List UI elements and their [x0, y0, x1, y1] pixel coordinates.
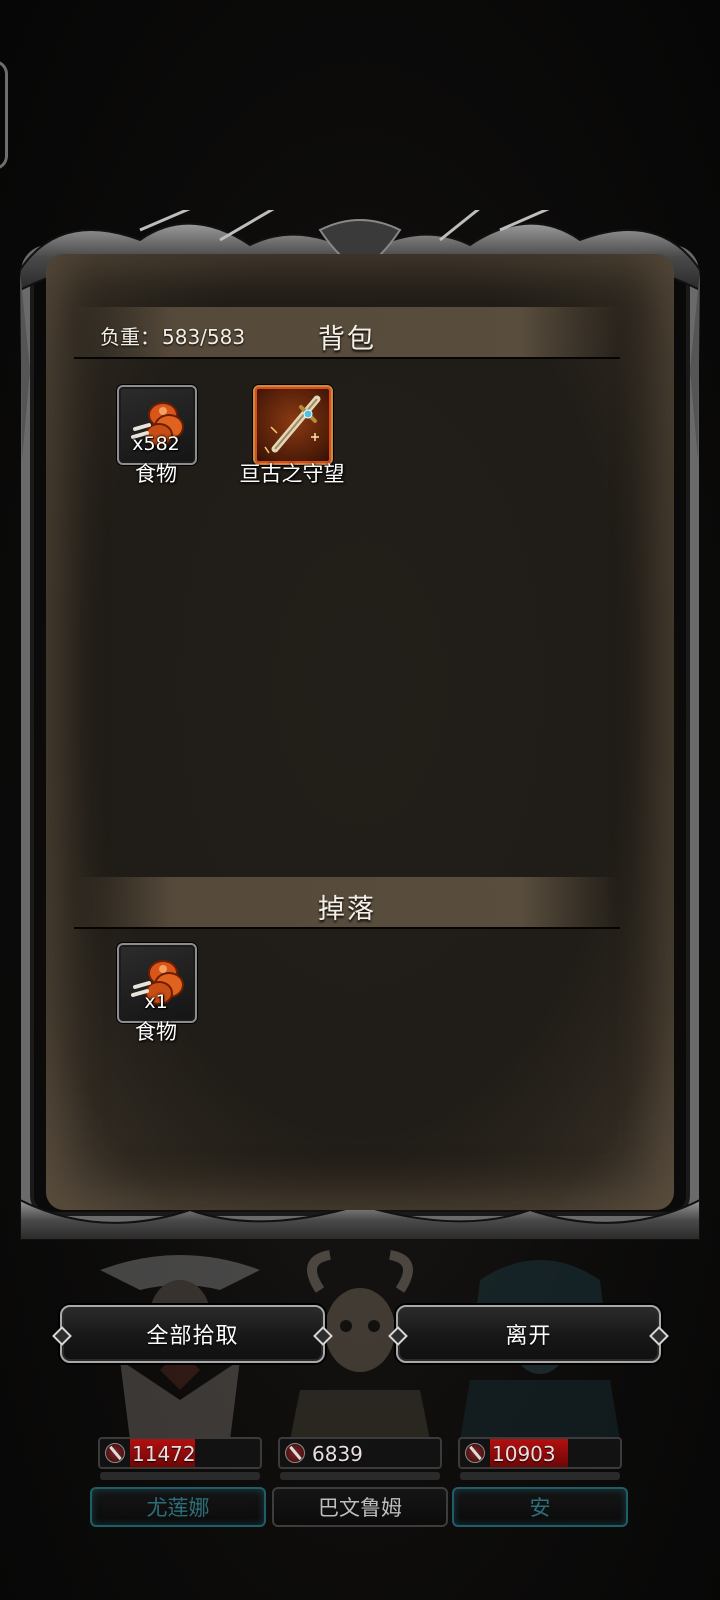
pick-all-label: 全部拾取	[146, 1324, 239, 1349]
loot-header: 掉落	[74, 877, 620, 929]
health-icon	[105, 1443, 125, 1463]
item-name: 食物	[135, 1020, 177, 1044]
sword-icon	[264, 395, 321, 454]
hero-hp-bar: 10903	[458, 1437, 622, 1469]
inventory-item-ancient-watch[interactable]: 亘古之守望	[222, 385, 362, 495]
health-icon	[465, 1443, 485, 1463]
loot-panel	[20, 210, 700, 1240]
hero-name: 安	[529, 1496, 551, 1520]
pick-all-button[interactable]: 全部拾取	[52, 1305, 333, 1363]
hero-name-plate[interactable]: 尤莲娜	[90, 1487, 266, 1527]
item-name: 亘古之守望	[239, 462, 345, 486]
inventory-header: 负重： 583/583 背包	[74, 307, 620, 359]
loot-screen: 负重： 583/583 背包 x582 食物 亘古之守望 掉落 x1 食物 全部…	[0, 0, 720, 1600]
health-icon	[285, 1443, 305, 1463]
hero-hp-bar: 6839	[278, 1437, 442, 1469]
item-quantity: x582	[132, 433, 180, 455]
item-quantity: x1	[144, 991, 168, 1013]
loot-title: 掉落	[318, 894, 376, 925]
hero-name: 尤莲娜	[146, 1496, 210, 1520]
loot-item-food[interactable]: x1 食物	[86, 943, 226, 1053]
leave-button[interactable]: 离开	[388, 1305, 669, 1363]
hp-value: 11472	[132, 1442, 196, 1466]
hero-name-plate[interactable]: 安	[452, 1487, 628, 1527]
hero-energy-bar	[280, 1472, 440, 1480]
edge-handle[interactable]	[0, 60, 8, 170]
hp-value: 10903	[492, 1442, 556, 1466]
item-name: 食物	[135, 462, 177, 486]
hero-hp-bar: 11472	[98, 1437, 262, 1469]
hero-name-plate[interactable]: 巴文鲁姆	[272, 1487, 448, 1527]
leave-label: 离开	[505, 1324, 552, 1349]
hero-name: 巴文鲁姆	[318, 1496, 402, 1520]
inventory-title: 背包	[318, 324, 376, 355]
hero-energy-bar	[100, 1472, 260, 1480]
inventory-item-food[interactable]: x582 食物	[86, 385, 226, 495]
hp-value: 6839	[312, 1442, 363, 1466]
item-slot[interactable]	[253, 385, 333, 465]
hero-energy-bar	[460, 1472, 620, 1480]
